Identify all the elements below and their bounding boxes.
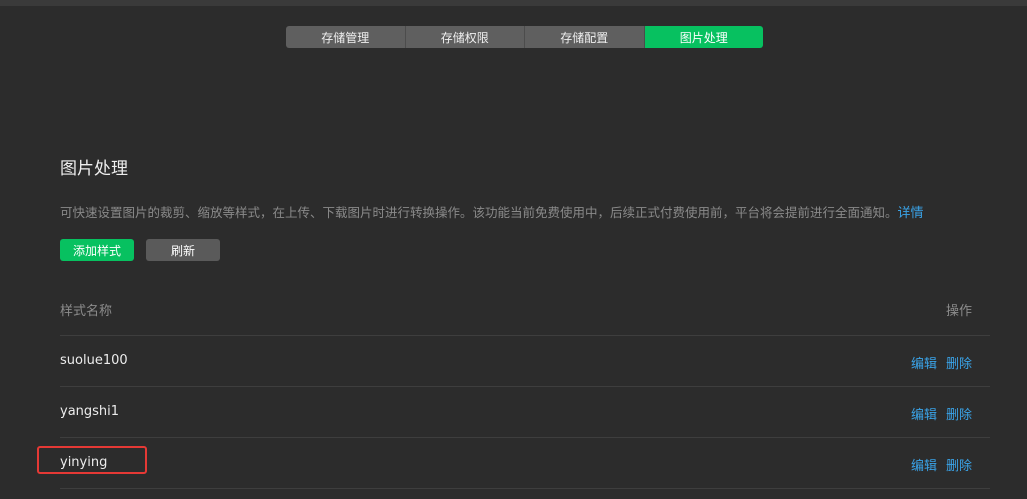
row-actions: 编辑 删除	[911, 455, 972, 474]
row-actions: 编辑 删除	[911, 353, 972, 372]
row-actions: 编辑 删除	[911, 404, 972, 423]
style-name: suolue100	[60, 353, 128, 368]
add-style-button[interactable]: 添加样式	[60, 239, 134, 261]
tab-storage-config[interactable]: 存储配置	[525, 26, 645, 48]
tab-image-processing[interactable]: 图片处理	[644, 26, 763, 48]
refresh-button[interactable]: 刷新	[146, 239, 220, 261]
delete-link[interactable]: 删除	[946, 455, 972, 474]
column-header-operations: 操作	[945, 304, 972, 319]
tab-storage-permissions[interactable]: 存储权限	[405, 26, 525, 48]
delete-link[interactable]: 删除	[946, 353, 972, 372]
page-title: 图片处理	[60, 159, 128, 179]
style-name: yangshi1	[60, 404, 120, 419]
edit-link[interactable]: 编辑	[911, 404, 937, 423]
top-bar	[0, 0, 1027, 6]
table-header: 样式名称 操作	[60, 300, 990, 320]
delete-link[interactable]: 删除	[946, 404, 972, 423]
tab-bar: 存储管理 存储权限 存储配置 图片处理	[286, 26, 763, 48]
details-link[interactable]: 详情	[898, 206, 924, 221]
page-description: 可快速设置图片的裁剪、缩放等样式，在上传、下载图片时进行转换操作。该功能当前免费…	[60, 202, 1000, 221]
edit-link[interactable]: 编辑	[911, 455, 937, 474]
table-row: yangshi1 编辑 删除	[60, 387, 990, 437]
highlight-annotation-box	[37, 446, 147, 474]
tab-storage-management[interactable]: 存储管理	[286, 26, 406, 48]
divider	[60, 488, 990, 489]
table-row: yinying 编辑 删除	[60, 438, 990, 488]
table-row: suolue100 编辑 删除	[60, 336, 990, 386]
description-text: 可快速设置图片的裁剪、缩放等样式，在上传、下载图片时进行转换操作。该功能当前免费…	[60, 205, 898, 220]
edit-link[interactable]: 编辑	[911, 353, 937, 372]
column-header-name: 样式名称	[60, 304, 113, 319]
